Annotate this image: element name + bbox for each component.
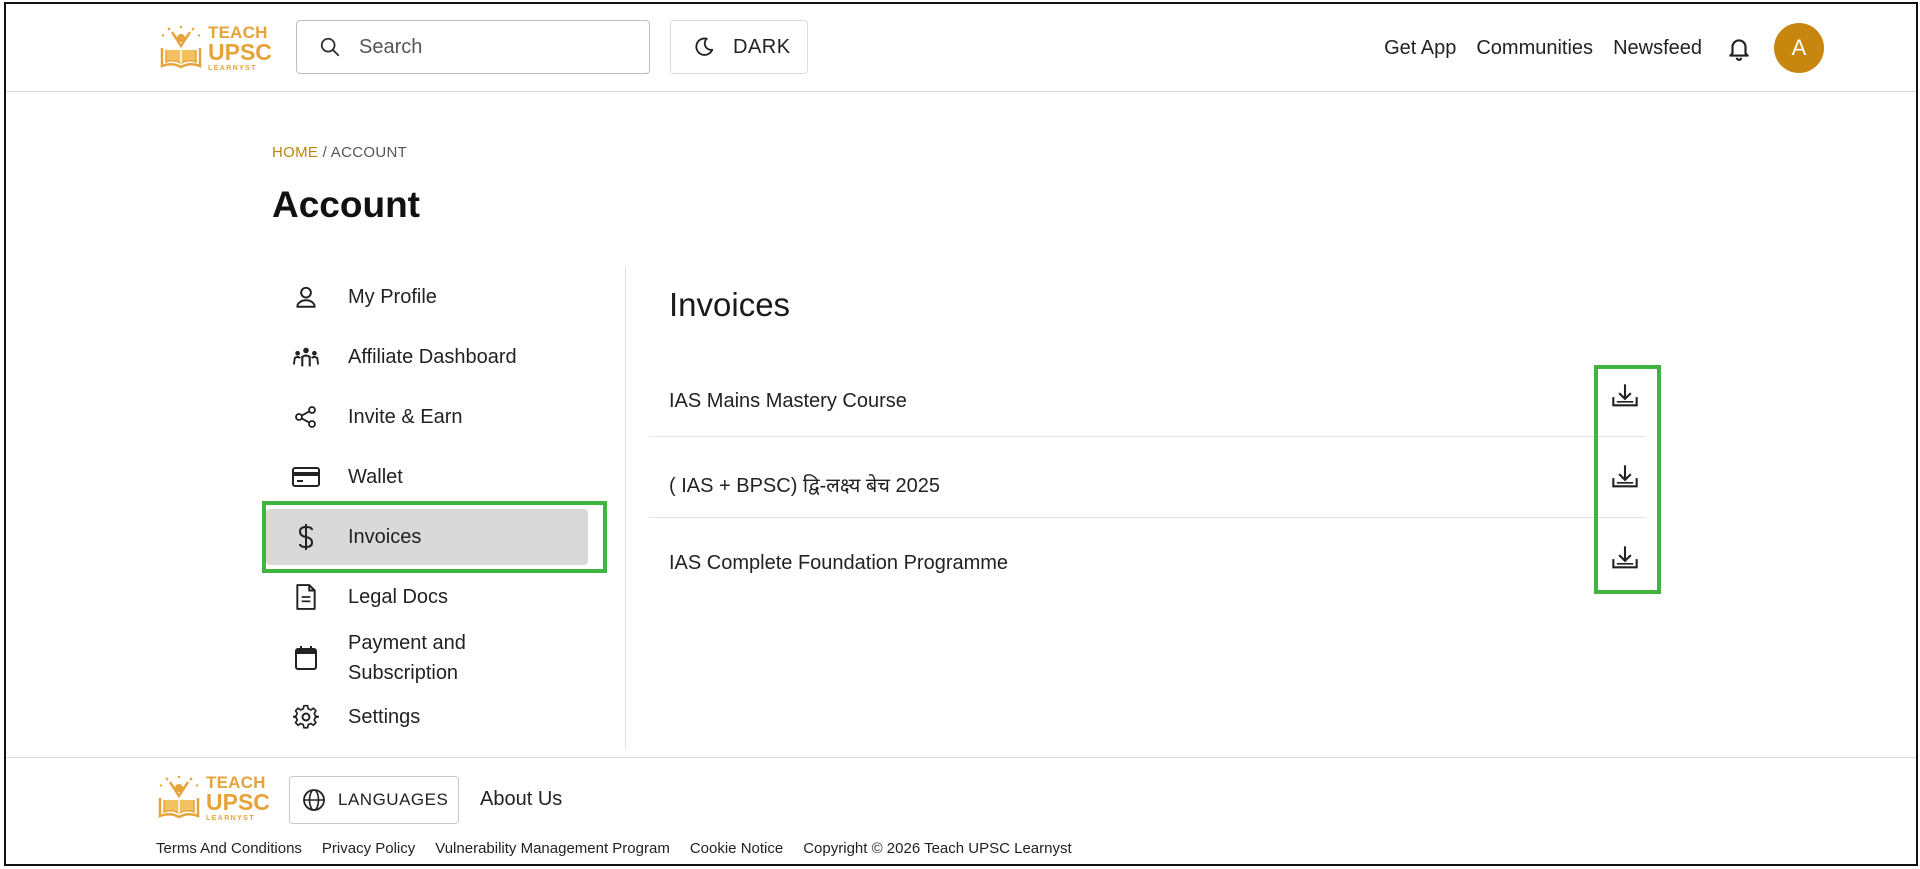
invoice-row: IAS Mains Mastery Course [649, 356, 1646, 437]
search-icon [320, 37, 340, 57]
page-title: Account [272, 184, 420, 225]
highlight-box-downloads [1594, 365, 1661, 594]
sidebar-item-label: Legal Docs [348, 586, 449, 608]
footer-copyright: Copyright © 2026 Teach UPSC Learnyst [803, 840, 1072, 857]
breadcrumb-current: ACCOUNT [330, 144, 408, 161]
search-box[interactable] [296, 20, 650, 74]
dark-mode-label: DARK [733, 35, 791, 58]
header-nav: Get App Communities Newsfeed A [1364, 4, 1916, 92]
search-input[interactable] [359, 35, 629, 59]
languages-button[interactable]: LANGUAGES [289, 776, 459, 824]
invoice-row: IAS Complete Foundation Programme [649, 518, 1646, 599]
footer-links: Terms And Conditions Privacy Policy Vuln… [156, 840, 1092, 857]
invoice-name: IAS Complete Foundation Programme [669, 552, 1009, 574]
about-us-link[interactable]: About Us [480, 788, 562, 811]
gear-icon [292, 703, 320, 731]
sidebar-item-settings[interactable]: Settings [266, 689, 588, 745]
bell-icon[interactable] [1726, 35, 1752, 61]
nav-newsfeed[interactable]: Newsfeed [1613, 37, 1702, 60]
sidebar-item-label: Settings [348, 706, 421, 728]
nav-communities[interactable]: Communities [1476, 37, 1593, 60]
logo-text-learnyst: LEARNYST [206, 815, 255, 822]
nav-get-app[interactable]: Get App [1384, 37, 1456, 60]
sidebar-item-payment-subscription[interactable]: Payment and Subscription [266, 624, 588, 692]
sidebar-item-label: Invite & Earn [348, 406, 463, 428]
breadcrumb-home[interactable]: HOME [272, 144, 318, 161]
invoice-row: ( IAS + BPSC) द्वि-लक्ष्य बेच 2025 [649, 437, 1646, 518]
sidebar-item-label: Payment and Subscription [348, 632, 466, 684]
sidebar-item-label: Affiliate Dashboard [348, 346, 517, 368]
sidebar-item-label: My Profile [348, 286, 437, 308]
sidebar-item-label: Wallet [348, 466, 403, 488]
footer-logo[interactable]: TEACH UPSC LEARNYST [156, 774, 270, 822]
breadcrumb: HOME / ACCOUNT [272, 144, 407, 161]
logo-book-icon [160, 26, 202, 69]
invoices-title: Invoices [669, 286, 791, 323]
share-icon [292, 403, 320, 431]
calendar-icon [292, 644, 320, 672]
logo-text-upsc: UPSC [206, 789, 270, 815]
user-icon [292, 283, 320, 311]
dark-mode-button[interactable]: DARK [670, 20, 808, 74]
logo-text-learnyst: LEARNYST [208, 65, 257, 72]
sidebar-item-my-profile[interactable]: My Profile [266, 269, 588, 325]
credit-card-icon [292, 463, 320, 491]
footer-link-terms[interactable]: Terms And Conditions [156, 840, 302, 857]
footer-link-privacy[interactable]: Privacy Policy [322, 840, 415, 857]
app-window: TEACH UPSC LEARNYST DARK Get App Communi… [4, 2, 1918, 866]
top-header: TEACH UPSC LEARNYST DARK Get App Communi… [6, 4, 1916, 92]
footer-link-cookie[interactable]: Cookie Notice [690, 840, 783, 857]
moon-icon [695, 37, 714, 56]
invoice-name: IAS Mains Mastery Course [669, 390, 907, 412]
site-logo[interactable]: TEACH UPSC LEARNYST [158, 24, 272, 72]
invoice-name: ( IAS + BPSC) द्वि-लक्ष्य बेच 2025 [669, 475, 941, 497]
highlight-box-invoices [262, 501, 607, 573]
sidebar-item-affiliate-dashboard[interactable]: Affiliate Dashboard [266, 329, 588, 385]
breadcrumb-separator: / [318, 144, 331, 161]
logo-text-upsc: UPSC [208, 39, 272, 65]
footer: TEACH UPSC LEARNYST LANGUAGES About Us T… [6, 757, 1916, 864]
footer-link-vulnerability[interactable]: Vulnerability Management Program [435, 840, 670, 857]
languages-label: LANGUAGES [338, 790, 449, 809]
logo-book-icon [158, 776, 200, 819]
avatar[interactable]: A [1774, 23, 1824, 73]
sidebar-item-wallet[interactable]: Wallet [266, 449, 588, 505]
sidebar-item-invite-earn[interactable]: Invite & Earn [266, 389, 588, 445]
document-icon [292, 583, 320, 611]
globe-icon [303, 789, 325, 811]
group-icon [292, 343, 320, 371]
sidebar-item-legal-docs[interactable]: Legal Docs [266, 569, 588, 625]
